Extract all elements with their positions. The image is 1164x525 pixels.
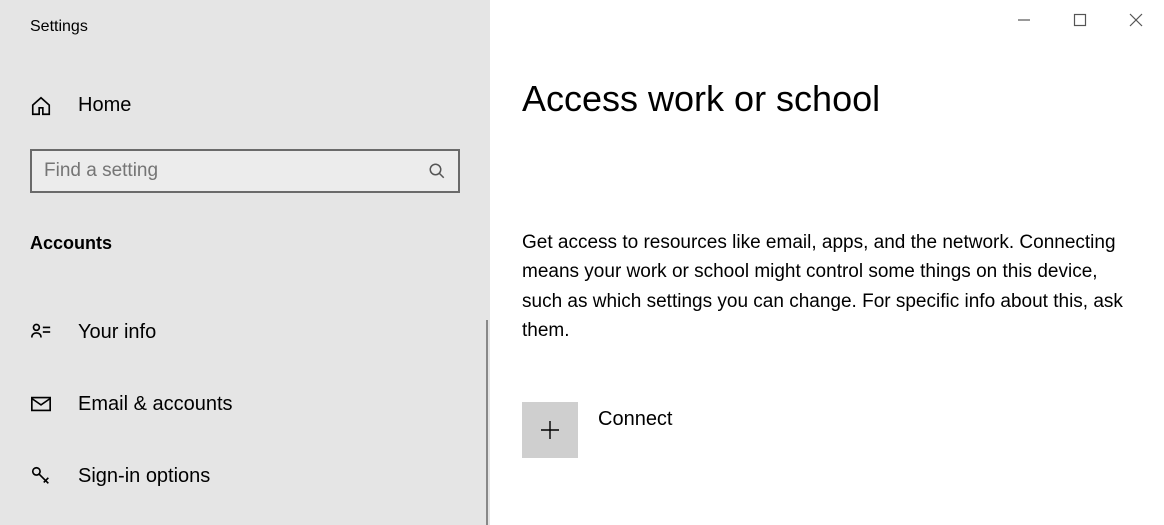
- minimize-button[interactable]: [996, 0, 1052, 40]
- sidebar-item-your-info[interactable]: Your info: [0, 306, 490, 358]
- page-title: Access work or school: [522, 78, 1164, 120]
- section-heading-accounts: Accounts: [0, 233, 490, 254]
- close-button[interactable]: [1108, 0, 1164, 40]
- person-lines-icon: [30, 321, 52, 343]
- home-icon: [30, 95, 52, 117]
- nav-home-label: Home: [78, 94, 131, 117]
- sidebar-item-email-accounts[interactable]: Email & accounts: [0, 378, 490, 430]
- plus-icon: [522, 402, 578, 458]
- sidebar-item-label: Your info: [78, 321, 156, 344]
- nav-home[interactable]: Home: [0, 94, 490, 117]
- connect-button[interactable]: Connect: [522, 402, 1164, 458]
- key-icon: [30, 465, 52, 487]
- sidebar-item-label: Sign-in options: [78, 465, 210, 488]
- search-container: [0, 149, 490, 193]
- sidebar-item-signin-options[interactable]: Sign-in options: [0, 450, 490, 502]
- mail-icon: [30, 393, 52, 415]
- sidebar-item-label: Email & accounts: [78, 393, 233, 416]
- maximize-button[interactable]: [1052, 0, 1108, 40]
- search-input[interactable]: [30, 149, 460, 193]
- connect-label: Connect: [598, 408, 673, 431]
- main-panel: Access work or school Get access to reso…: [490, 0, 1164, 525]
- page-description: Get access to resources like email, apps…: [522, 228, 1128, 346]
- sidebar: Settings Home Accounts: [0, 0, 490, 525]
- scrollbar[interactable]: [486, 320, 488, 525]
- window-title: Settings: [0, 18, 490, 36]
- titlebar: [996, 0, 1164, 40]
